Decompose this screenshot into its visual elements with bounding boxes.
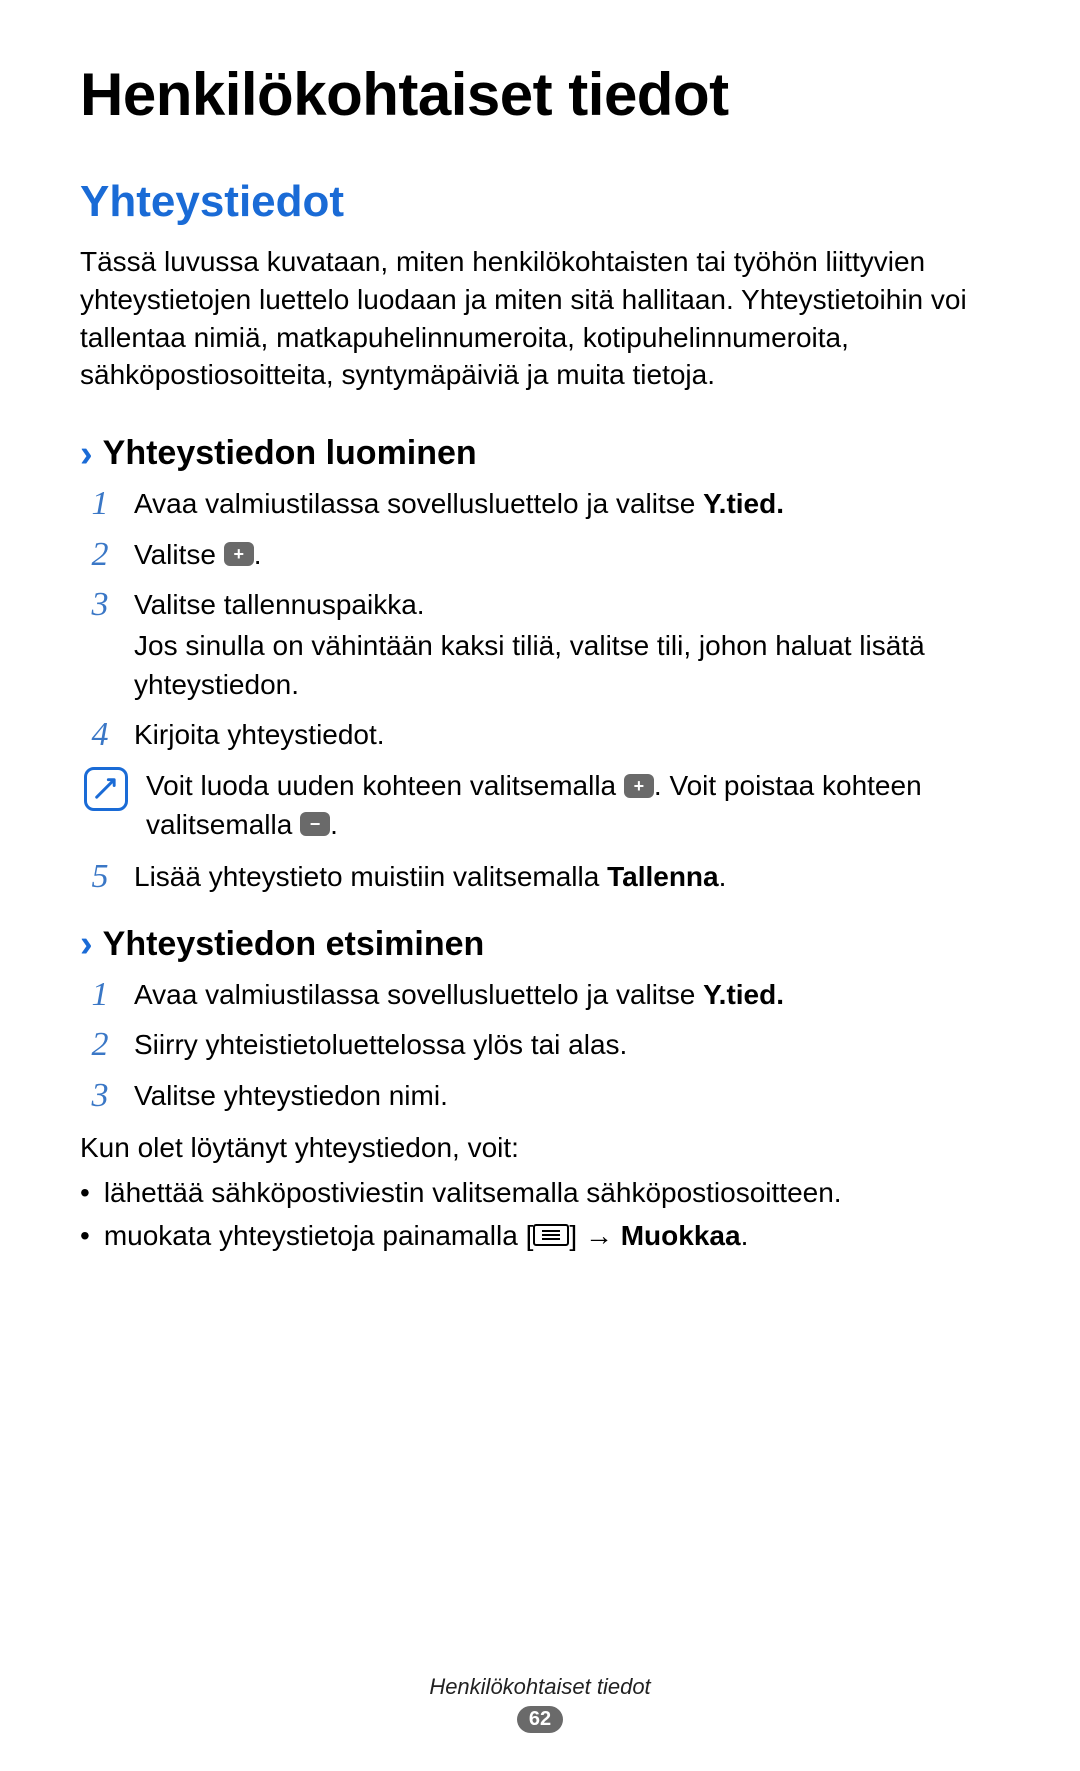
step-text: Valitse xyxy=(134,539,224,570)
bullet-text: muokata yhteystietoja painamalla [ xyxy=(104,1220,534,1251)
subsection-create: › Yhteystiedon luominen 1 Avaa valmiusti… xyxy=(80,434,1000,897)
subsection-find: › Yhteystiedon etsiminen 1 Avaa valmiust… xyxy=(80,925,1000,1255)
step-number: 2 xyxy=(84,536,116,575)
step-body: Siirry yhteistietoluettelossa ylös tai a… xyxy=(134,1026,1000,1065)
step-number: 3 xyxy=(84,586,116,704)
note-body: Voit luoda uuden kohteen valitsemalla +.… xyxy=(146,767,1000,844)
page-title: Henkilökohtaiset tiedot xyxy=(80,60,1000,129)
section-heading: Yhteystiedot xyxy=(80,177,1000,227)
step-body: Lisää yhteystieto muistiin valitsemalla … xyxy=(134,858,1000,897)
step-number: 2 xyxy=(84,1026,116,1065)
step-body: Avaa valmiustilassa sovellusluettelo ja … xyxy=(134,485,1000,524)
step-body: Avaa valmiustilassa sovellusluettelo ja … xyxy=(134,976,1000,1015)
steps-list: 1 Avaa valmiustilassa sovellusluettelo j… xyxy=(80,976,1000,1116)
step: 4 Kirjoita yhteystiedot. xyxy=(80,716,1000,755)
plus-icon: + xyxy=(624,774,654,798)
bullet-list: • lähettää sähköpostiviestin valitsemall… xyxy=(80,1173,1000,1255)
bullet-bold: Muokkaa xyxy=(621,1220,741,1251)
bullet-text: ] → xyxy=(569,1220,620,1251)
step: 5 Lisää yhteystieto muistiin valitsemall… xyxy=(80,858,1000,897)
menu-icon xyxy=(533,1224,569,1246)
step-body: Kirjoita yhteystiedot. xyxy=(134,716,1000,755)
subsection-heading-text: Yhteystiedon luominen xyxy=(103,434,477,473)
footer: Henkilökohtaiset tiedot 62 xyxy=(0,1674,1080,1733)
step-text: Valitse tallennuspaikka. xyxy=(134,589,425,620)
step: 3 Valitse yhteystiedon nimi. xyxy=(80,1077,1000,1116)
step-text: Avaa valmiustilassa sovellusluettelo ja … xyxy=(134,488,703,519)
step: 1 Avaa valmiustilassa sovellusluettelo j… xyxy=(80,976,1000,1015)
step: 3 Valitse tallennuspaikka. Jos sinulla o… xyxy=(80,586,1000,704)
footer-title: Henkilökohtaiset tiedot xyxy=(0,1674,1080,1700)
page-number: 62 xyxy=(517,1706,563,1733)
bullet-body: muokata yhteystietoja painamalla [ ] → Mu… xyxy=(104,1216,1000,1255)
bullet-item: • lähettää sähköpostiviestin valitsemall… xyxy=(80,1173,1000,1212)
plus-icon: + xyxy=(224,542,254,566)
step-text: . xyxy=(719,861,727,892)
subsection-heading: › Yhteystiedon luominen xyxy=(80,434,1000,473)
minus-icon: − xyxy=(300,812,330,836)
bullet-item: • muokata yhteystietoja painamalla [ ] → … xyxy=(80,1216,1000,1255)
step-bold: Tallenna xyxy=(607,861,719,892)
step-body: Valitse +. xyxy=(134,536,1000,575)
section-intro: Tässä luvussa kuvataan, miten henkilökoh… xyxy=(80,243,1000,394)
step-number: 1 xyxy=(84,485,116,524)
after-list: Kun olet löytänyt yhteystiedon, voit: • … xyxy=(80,1128,1000,1256)
step-bold: Y.tied. xyxy=(703,488,784,519)
steps-list: 1 Avaa valmiustilassa sovellusluettelo j… xyxy=(80,485,1000,897)
page: Henkilökohtaiset tiedot Yhteystiedot Täs… xyxy=(0,0,1080,1771)
chevron-right-icon: › xyxy=(80,435,93,473)
bullet-dot: • xyxy=(80,1216,90,1255)
step-number: 5 xyxy=(84,858,116,897)
bullet-dot: • xyxy=(80,1173,90,1212)
note-text: Voit luoda uuden kohteen valitsemalla xyxy=(146,770,624,801)
step-number: 1 xyxy=(84,976,116,1015)
after-intro: Kun olet löytänyt yhteystiedon, voit: xyxy=(80,1128,1000,1167)
step: 2 Valitse +. xyxy=(80,536,1000,575)
note: Voit luoda uuden kohteen valitsemalla +.… xyxy=(80,767,1000,844)
step-number: 3 xyxy=(84,1077,116,1116)
note-icon xyxy=(84,767,128,811)
step-text: Lisää yhteystieto muistiin valitsemalla xyxy=(134,861,607,892)
step-bold: Y.tied. xyxy=(703,979,784,1010)
step: 1 Avaa valmiustilassa sovellusluettelo j… xyxy=(80,485,1000,524)
step-number: 4 xyxy=(84,716,116,755)
step: 2 Siirry yhteistietoluettelossa ylös tai… xyxy=(80,1026,1000,1065)
step-text: Avaa valmiustilassa sovellusluettelo ja … xyxy=(134,979,703,1010)
step-body: Valitse yhteystiedon nimi. xyxy=(134,1077,1000,1116)
bullet-text: . xyxy=(741,1220,749,1251)
step-text: . xyxy=(254,539,262,570)
subsection-heading: › Yhteystiedon etsiminen xyxy=(80,925,1000,964)
note-text: . xyxy=(330,809,338,840)
step-text-secondary: Jos sinulla on vähintään kaksi tiliä, va… xyxy=(134,627,1000,704)
step-body: Valitse tallennuspaikka. Jos sinulla on … xyxy=(134,586,1000,704)
subsection-heading-text: Yhteystiedon etsiminen xyxy=(103,925,485,964)
chevron-right-icon: › xyxy=(80,925,93,963)
bullet-text: lähettää sähköpostiviestin valitsemalla … xyxy=(104,1173,1000,1212)
